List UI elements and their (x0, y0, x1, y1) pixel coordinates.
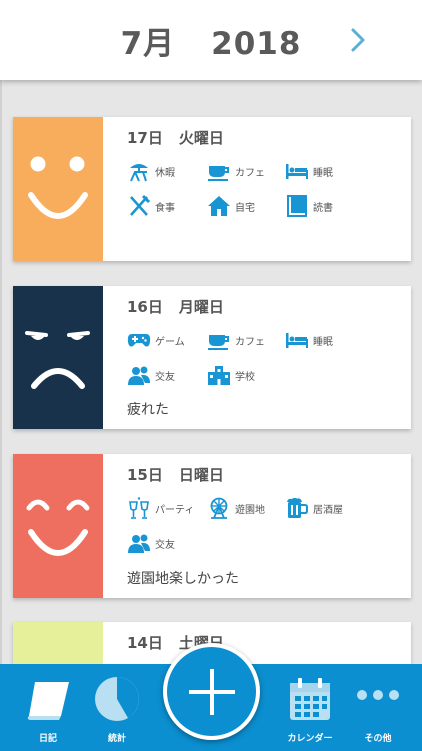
entry-date: 15日 日曜日 (127, 464, 224, 485)
ferris-wheel-icon (210, 497, 228, 519)
tag-label: パーティ (155, 504, 195, 516)
tag-label: 自宅 (235, 202, 255, 214)
nav-diary-label: 日記 (38, 734, 57, 744)
diary-entry-card[interactable]: 15日 日曜日 パーティ 遊園地 居酒屋 交友 遊園地楽しかった (13, 454, 411, 598)
tag-cafe: カフェ (207, 326, 265, 354)
school-icon (208, 366, 230, 385)
laugh-face-icon (26, 499, 90, 556)
tag-reading: 読書 (285, 192, 333, 220)
tag-label: 読書 (313, 202, 333, 214)
book-icon (287, 195, 307, 217)
entry-weekday: 日曜日 (178, 466, 224, 484)
pie-chart-icon (95, 677, 139, 721)
more-dots-icon (357, 690, 399, 700)
tag-label: 交友 (155, 539, 175, 551)
beer-mug-icon (287, 497, 308, 518)
tag-sleep: 睡眠 (285, 326, 333, 354)
friends-icon (128, 366, 150, 385)
smile-face-icon (28, 156, 88, 219)
tag-friends: 交友 (127, 529, 175, 557)
entry-day: 14日 (127, 634, 163, 652)
tag-party: パーティ (127, 494, 194, 522)
mood-face-joy (13, 454, 103, 598)
tag-label: 睡眠 (313, 167, 333, 179)
tag-label: 居酒屋 (313, 504, 343, 516)
tag-vacation: 休暇 (127, 157, 175, 185)
tag-izakaya: 居酒屋 (285, 494, 343, 522)
tag-label: 遊園地 (235, 504, 265, 516)
entry-weekday: 月曜日 (178, 298, 224, 316)
coffee-cup-icon (208, 335, 229, 350)
tag-sleep: 睡眠 (285, 157, 333, 185)
year-label: 2018 (211, 26, 302, 62)
frown-face-icon (25, 331, 90, 389)
diary-book-icon (27, 682, 69, 720)
bed-icon (286, 333, 308, 348)
nav-more[interactable]: その他 (343, 664, 413, 751)
nav-stats-label: 統計 (107, 734, 126, 744)
tag-label: 食事 (155, 202, 175, 214)
tag-label: カフェ (235, 167, 265, 179)
tag-label: 交友 (155, 371, 175, 383)
entry-day: 16日 (127, 298, 163, 316)
tag-amusement-park: 遊園地 (207, 494, 265, 522)
chevron-right-icon[interactable] (344, 26, 372, 54)
month-header: 7月 2018 (0, 0, 422, 80)
entry-note: 疲れた (127, 402, 169, 418)
left-edge-divider (0, 0, 2, 751)
tag-school: 学校 (207, 361, 255, 389)
champagne-glasses-icon (129, 497, 149, 519)
diary-entry-card[interactable]: 16日 月曜日 ゲーム カフェ 睡眠 交友 学校 疲れた (13, 286, 411, 429)
mood-face-happy (13, 117, 103, 261)
entry-day: 17日 (127, 129, 163, 147)
mood-face-tired (13, 286, 103, 429)
house-icon (208, 196, 230, 216)
month-label: 7月 (120, 26, 176, 62)
calendar-icon (290, 678, 330, 720)
entry-note: 遊園地楽しかった (127, 571, 239, 587)
tag-label: 学校 (235, 371, 255, 383)
nav-diary[interactable]: 日記 (13, 664, 83, 751)
beach-chair-icon (130, 164, 148, 182)
fork-knife-icon (130, 194, 151, 216)
tag-meal: 食事 (127, 192, 175, 220)
entry-date: 17日 火曜日 (127, 127, 224, 148)
entry-day: 15日 (127, 466, 163, 484)
entry-date: 16日 月曜日 (127, 296, 224, 317)
tag-cafe: カフェ (207, 157, 265, 185)
nav-calendar[interactable]: カレンダー (275, 664, 345, 751)
coffee-cup-icon (208, 166, 229, 181)
tag-label: 休暇 (155, 167, 175, 179)
tag-game: ゲーム (127, 326, 185, 354)
gamepad-icon (127, 334, 151, 347)
diary-entry-card[interactable]: 17日 火曜日 休暇 カフェ 睡眠 食事 自宅 読書 (13, 117, 411, 261)
friends-icon (128, 534, 150, 553)
entry-weekday: 火曜日 (178, 129, 224, 147)
bed-icon (286, 164, 308, 179)
tag-label: 睡眠 (313, 336, 333, 348)
tag-home: 自宅 (207, 192, 255, 220)
tag-friends: 交友 (127, 361, 175, 389)
nav-stats[interactable]: 統計 (82, 664, 152, 751)
plus-icon (189, 669, 235, 715)
add-entry-button[interactable] (163, 643, 260, 740)
nav-more-label: その他 (364, 734, 392, 744)
nav-calendar-label: カレンダー (287, 734, 333, 744)
tag-label: カフェ (235, 336, 265, 348)
tag-label: ゲーム (155, 336, 185, 348)
